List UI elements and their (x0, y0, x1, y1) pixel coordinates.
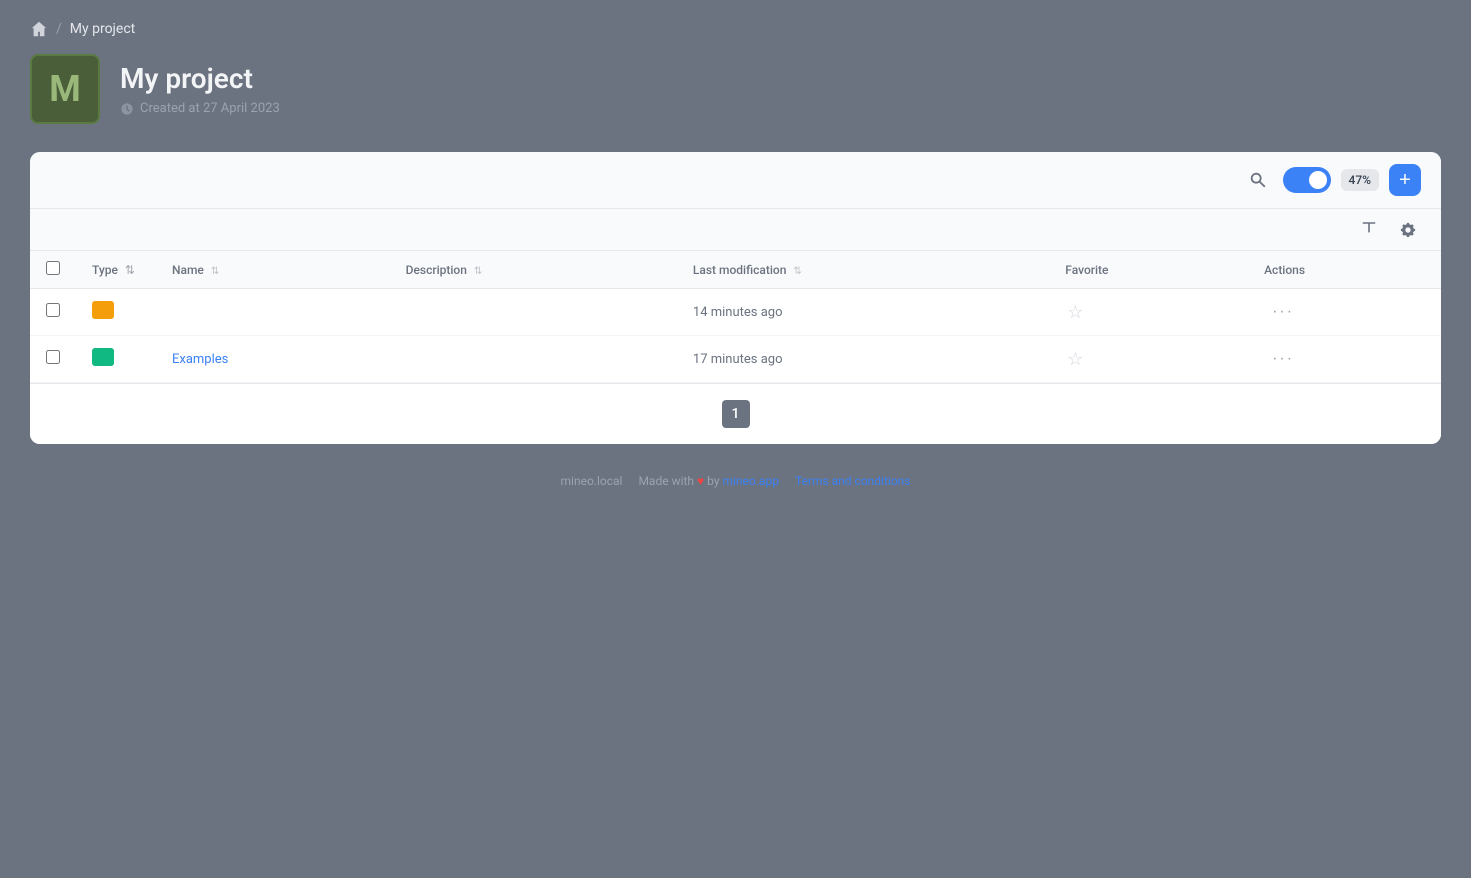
th-name[interactable]: Name ⇅ (156, 251, 390, 289)
project-title: My project (120, 62, 280, 95)
heart-icon: ♥ (697, 474, 707, 488)
footer: mineo.local Made with ♥ by mineo.app Ter… (30, 454, 1441, 508)
row1-actions-cell: ··· (1248, 289, 1441, 336)
row2-description-cell (390, 336, 677, 383)
th-description[interactable]: Description ⇅ (390, 251, 677, 289)
text-icon (1361, 219, 1377, 235)
row2-actions-button[interactable]: ··· (1264, 346, 1302, 372)
row1-favorite-cell: ☆ (1049, 289, 1248, 336)
breadcrumb-current: My project (70, 21, 135, 37)
th-actions: Actions (1248, 251, 1441, 289)
toolbar-row1: 47% + (30, 152, 1441, 209)
row1-checkbox-cell (30, 289, 76, 336)
project-avatar: M (30, 54, 100, 124)
row1-description-cell (390, 289, 677, 336)
file-table-wrapper: Type ⇅ Name ⇅ Description ⇅ Last modif (30, 251, 1441, 444)
row2-checkbox[interactable] (46, 350, 60, 364)
mod-sort-icon: ⇅ (793, 266, 801, 277)
folder-orange-icon (92, 301, 114, 319)
text-format-button[interactable] (1353, 215, 1385, 244)
th-type[interactable]: Type ⇅ (76, 251, 156, 289)
row1-modification-cell: 14 minutes ago (677, 289, 1049, 336)
th-checkbox (30, 251, 76, 289)
main-content: 47% + (30, 152, 1441, 444)
desc-sort-icon: ⇅ (474, 266, 482, 277)
pagination: 1 (30, 383, 1441, 444)
row2-checkbox-cell (30, 336, 76, 383)
row1-name-cell (156, 289, 390, 336)
examples-link[interactable]: Examples (172, 352, 228, 367)
page-number[interactable]: 1 (722, 400, 750, 428)
project-meta: Created at 27 April 2023 (120, 101, 280, 116)
th-favorite: Favorite (1049, 251, 1248, 289)
project-info: My project Created at 27 April 2023 (120, 62, 280, 116)
row2-modification-cell: 17 minutes ago (677, 336, 1049, 383)
search-icon (1249, 171, 1267, 189)
row1-type-cell (76, 289, 156, 336)
footer-app-name: mineo.local (561, 474, 623, 488)
view-toggle[interactable] (1283, 167, 1331, 193)
row2-name-cell: Examples (156, 336, 390, 383)
row1-favorite-button[interactable]: ☆ (1065, 300, 1085, 325)
clock-icon (120, 102, 134, 116)
project-header: M My project Created at 27 April 2023 (30, 54, 1441, 124)
breadcrumb-separator: / (56, 21, 62, 37)
row2-actions-cell: ··· (1248, 336, 1441, 383)
project-created-date: Created at 27 April 2023 (140, 101, 280, 116)
row1-checkbox[interactable] (46, 303, 60, 317)
row2-favorite-button[interactable]: ☆ (1065, 347, 1085, 372)
name-sort-icon: ⇅ (211, 266, 219, 277)
file-table: Type ⇅ Name ⇅ Description ⇅ Last modif (30, 251, 1441, 383)
type-sort-icon: ⇅ (125, 263, 135, 277)
settings-button[interactable] (1395, 217, 1421, 243)
toolbar-row2 (30, 209, 1441, 251)
add-button[interactable]: + (1389, 164, 1421, 196)
th-last-modification[interactable]: Last modification ⇅ (677, 251, 1049, 289)
footer-made-with: Made with ♥ by mineo.app (638, 474, 778, 488)
row2-type-cell (76, 336, 156, 383)
row1-actions-button[interactable]: ··· (1264, 299, 1302, 325)
terms-link[interactable]: Terms and conditions (795, 474, 911, 488)
table-header-row: Type ⇅ Name ⇅ Description ⇅ Last modif (30, 251, 1441, 289)
folder-green-icon (92, 348, 114, 366)
gear-icon (1399, 221, 1417, 239)
breadcrumb: / My project (30, 20, 1441, 38)
table-row: 14 minutes ago ☆ ··· (30, 289, 1441, 336)
home-icon[interactable] (30, 20, 48, 38)
toggle-knob (1309, 171, 1327, 189)
row2-favorite-cell: ☆ (1049, 336, 1248, 383)
search-button[interactable] (1243, 165, 1273, 195)
table-row: Examples 17 minutes ago ☆ ··· (30, 336, 1441, 383)
brand-link[interactable]: mineo.app (722, 474, 778, 488)
zoom-level: 47% (1341, 169, 1379, 191)
page-container: / My project M My project Created at 27 … (0, 0, 1471, 528)
select-all-checkbox[interactable] (46, 261, 60, 275)
